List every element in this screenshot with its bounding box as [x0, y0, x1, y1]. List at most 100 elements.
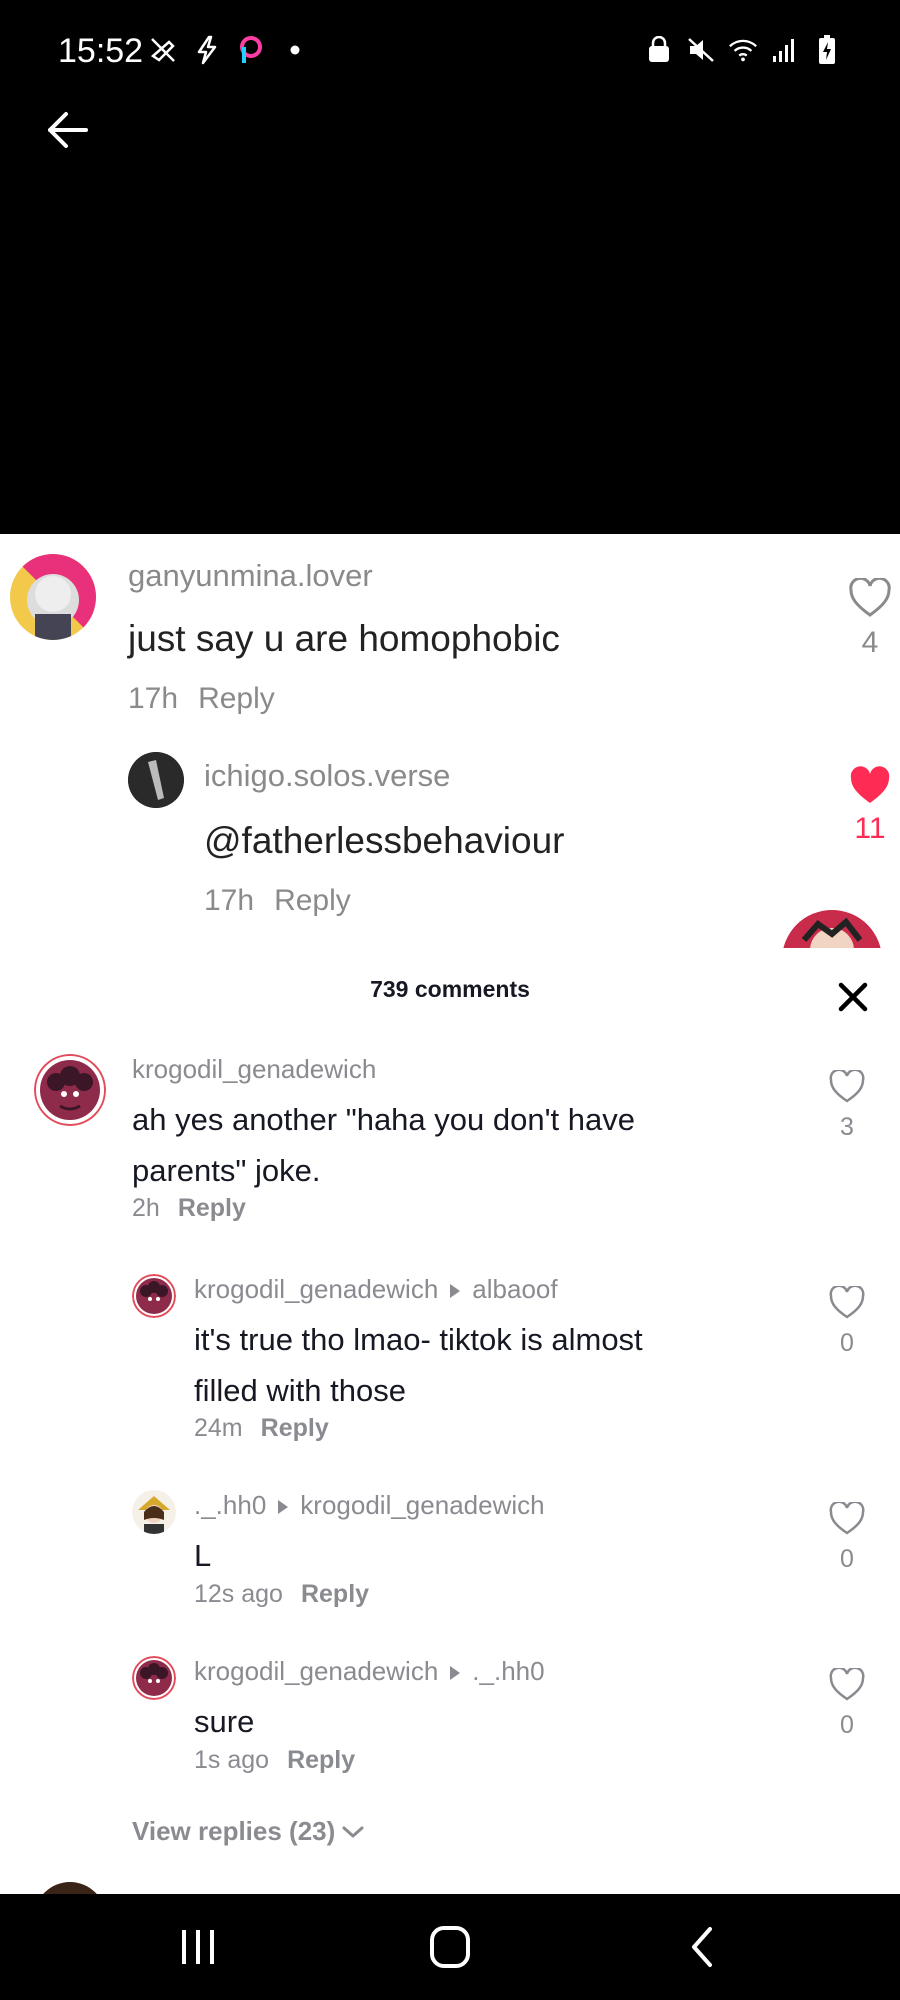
avatar[interactable] — [132, 1490, 176, 1534]
comment-time: 24m — [194, 1414, 243, 1442]
comment-text-line: filled with those — [194, 1373, 406, 1408]
heart-filled-icon[interactable] — [848, 766, 892, 806]
comment-time: 17h — [204, 884, 255, 917]
avatar[interactable] — [128, 752, 184, 808]
back-icon[interactable] — [672, 1922, 732, 1972]
comment-text: just say u are homophobic — [128, 618, 560, 659]
avatar — [34, 1882, 106, 1894]
signal-icon — [770, 34, 800, 66]
username[interactable]: ._.hh0 — [194, 1490, 266, 1520]
comment-username[interactable]: ichigo.solos.verse — [204, 758, 450, 794]
comment-text: it's true tho lmao- tiktok is almost fil… — [194, 1314, 794, 1416]
mute-icon — [686, 34, 716, 66]
comment-time: 12s ago — [194, 1580, 283, 1608]
view-replies-label: View replies (23) — [132, 1816, 336, 1846]
background-comments: ganyunmina.lover just say u are homophob… — [0, 534, 900, 948]
comment-meta: 1s ago Reply — [194, 1746, 355, 1775]
comment-meta: 12s ago Reply — [194, 1580, 369, 1609]
reply-button[interactable]: Reply — [198, 682, 275, 715]
comment-username[interactable]: krogodil_genadewich — [132, 1054, 376, 1085]
comment-time: 1s ago — [194, 1746, 270, 1774]
reply-button[interactable]: Reply — [274, 884, 351, 917]
reply-item: krogodil_genadewich ._.hh0 sure 1s ago Rep… — [0, 1656, 900, 1776]
like-count: 11 — [854, 812, 886, 845]
like-button[interactable]: 3 — [828, 1068, 866, 1142]
comment-text: L — [194, 1530, 794, 1581]
comment-time: 2h — [132, 1194, 160, 1222]
heart-outline-icon — [829, 1666, 865, 1701]
comment-text: sure — [194, 1696, 794, 1747]
status-bar: 15:52 — [0, 0, 900, 100]
heart-outline-icon — [829, 1284, 865, 1319]
reply-arrow-icon — [450, 1284, 461, 1299]
like-count: 0 — [840, 1711, 854, 1739]
comment-time: 17h — [128, 682, 179, 715]
comment-text: ah yes another "haha you don't have pare… — [132, 1094, 732, 1196]
reply-button[interactable]: Reply — [301, 1580, 369, 1608]
reply-item: ._.hh0 krogodil_genadewich L 12s ago Reply… — [0, 1490, 900, 1610]
like-button[interactable]: 0 — [828, 1284, 866, 1358]
reply-to-username[interactable]: ._.hh0 — [472, 1656, 544, 1686]
comment-username[interactable]: ganyunmina.lover — [128, 558, 373, 594]
reply-to-username[interactable]: krogodil_genadewich — [300, 1490, 544, 1520]
comment-text-line: it's true tho lmao- tiktok is almost — [194, 1322, 643, 1357]
battery-charging-icon — [812, 34, 842, 66]
avatar[interactable] — [132, 1274, 176, 1318]
comment-text-line: sure — [194, 1704, 255, 1739]
reply-arrow-icon — [450, 1666, 461, 1681]
status-right-icons — [644, 34, 842, 66]
username[interactable]: krogodil_genadewich — [194, 1274, 438, 1304]
avatar[interactable] — [34, 1054, 106, 1126]
close-icon[interactable] — [836, 980, 870, 1014]
lock-icon — [644, 34, 674, 66]
comment-text: @fatherlessbehaviour — [204, 820, 565, 861]
comments-count-title: 739 comments — [370, 976, 530, 1002]
avatar — [782, 910, 882, 948]
like-count: 3 — [840, 1113, 854, 1141]
reply-item: krogodil_genadewich albaoof it's true tho… — [0, 1274, 900, 1444]
reply-button[interactable]: Reply — [287, 1746, 355, 1774]
comment-username: krogodil_genadewich ._.hh0 — [194, 1656, 545, 1687]
heart-outline-icon — [829, 1500, 865, 1535]
heart-outline-icon — [829, 1068, 865, 1103]
home-icon[interactable] — [420, 1922, 480, 1972]
comments-sheet: 739 comments krogodil_genadewich ah yes … — [0, 948, 900, 1894]
comment-meta: 17h Reply — [128, 682, 275, 716]
like-count: 0 — [840, 1545, 854, 1573]
chevron-down-icon — [341, 1816, 365, 1847]
like-count: 4 — [861, 626, 879, 659]
status-left-icons — [148, 34, 310, 66]
comment-meta: 24m Reply — [194, 1414, 329, 1443]
navigation-bar — [0, 1894, 900, 2000]
comment-meta: 17h Reply — [204, 884, 351, 918]
reply-button[interactable]: Reply — [178, 1194, 246, 1222]
avatar[interactable] — [132, 1656, 176, 1700]
comment-username: ._.hh0 krogodil_genadewich — [194, 1490, 545, 1521]
like-count: 0 — [840, 1329, 854, 1357]
comment-item: krogodil_genadewich ah yes another "haha… — [0, 1054, 900, 1224]
comment-text-line: ah yes another "haha you don't have — [132, 1102, 635, 1137]
like-button[interactable]: 0 — [828, 1500, 866, 1574]
avatar[interactable] — [10, 554, 96, 640]
reply-button[interactable]: Reply — [261, 1414, 329, 1442]
reply-to-username[interactable]: albaoof — [472, 1274, 557, 1304]
recent-apps-icon[interactable] — [168, 1922, 228, 1972]
picsart-icon — [236, 34, 266, 66]
flash-icon — [192, 34, 222, 66]
reply-arrow-icon — [278, 1500, 289, 1515]
dot-icon — [280, 34, 310, 66]
comment-meta: 2h Reply — [132, 1194, 246, 1223]
comment-text-line: L — [194, 1538, 212, 1573]
status-time: 15:52 — [58, 32, 144, 70]
video-area[interactable] — [0, 100, 900, 534]
username[interactable]: krogodil_genadewich — [132, 1054, 376, 1084]
like-button[interactable]: 0 — [828, 1666, 866, 1740]
back-arrow-icon[interactable] — [44, 106, 92, 154]
heart-icon[interactable] — [848, 576, 892, 618]
comment-username: krogodil_genadewich albaoof — [194, 1274, 558, 1305]
no-fly-icon — [148, 34, 178, 66]
wifi-icon — [728, 34, 758, 66]
sheet-header: 739 comments — [0, 948, 900, 1032]
username[interactable]: krogodil_genadewich — [194, 1656, 438, 1686]
view-replies-button[interactable]: View replies (23) — [132, 1816, 365, 1847]
